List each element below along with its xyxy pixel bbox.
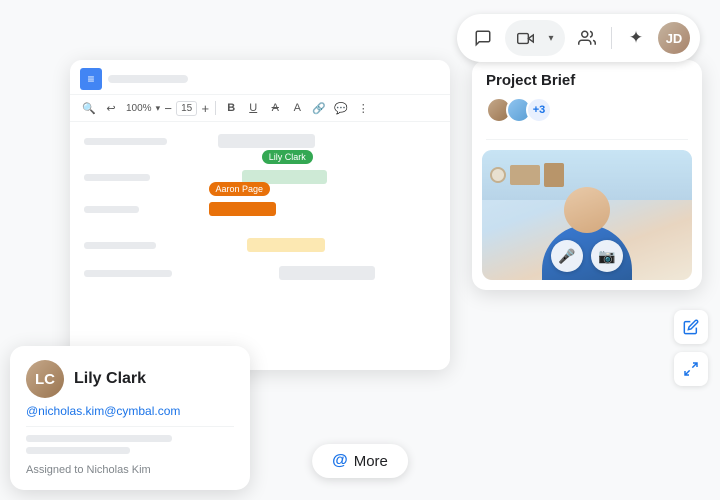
video-feed: 🎤 📷	[482, 150, 692, 280]
gantt-bar-area	[194, 132, 436, 150]
brief-divider	[486, 139, 688, 140]
profile-avatar: LC	[26, 360, 64, 398]
gantt-label-line	[84, 174, 150, 181]
meet-toolbar: ▾ ✦ JD	[457, 14, 700, 62]
gantt-row	[84, 132, 436, 150]
more-button[interactable]: @ More	[312, 444, 408, 478]
camera-group[interactable]: ▾	[505, 20, 565, 56]
person-head	[564, 187, 610, 233]
docs-title-placeholder	[108, 75, 188, 83]
more-label: More	[354, 453, 388, 470]
color-tool[interactable]: A	[288, 99, 306, 117]
profile-card-top: LC Lily Clark	[26, 360, 234, 398]
profile-lines	[26, 435, 234, 454]
gantt-label-line	[84, 270, 172, 277]
brief-avatars: +3	[486, 97, 688, 123]
docs-content: Lily Clark Aaron Page	[70, 122, 450, 300]
gantt-bar-area-4	[194, 236, 436, 254]
side-actions	[674, 310, 708, 386]
comment-tool[interactable]: 💬	[332, 99, 350, 117]
aaron-page-tag-text: Aaron Page	[216, 184, 264, 194]
lily-clark-tag: Lily Clark	[262, 150, 313, 164]
profile-assigned-text: Assigned to Nicholas Kim	[26, 464, 234, 476]
chat-icon[interactable]	[467, 22, 499, 54]
zoom-label: 100%	[124, 103, 154, 114]
video-controls: 🎤 📷	[551, 240, 623, 272]
profile-name: Lily Clark	[74, 370, 146, 388]
zoom-arrow[interactable]: ▾	[156, 103, 161, 114]
gantt-bar-area-aaron: Aaron Page	[194, 200, 436, 218]
docs-logo: ≡	[80, 68, 102, 90]
docs-window: ≡ 🔍 ↩ 100% ▾ − 15 + B U A A 🔗 💬 ⋮	[70, 60, 450, 370]
expand-action-button[interactable]	[674, 352, 708, 386]
user-avatar[interactable]: JD	[658, 22, 690, 54]
avatar-initials: JD	[666, 31, 683, 46]
mute-button[interactable]: 🎤	[551, 240, 583, 272]
kitchen-shelf	[510, 165, 540, 185]
gantt-label-line	[84, 206, 139, 213]
camera-icon[interactable]	[509, 22, 541, 54]
profile-line-1	[26, 435, 172, 442]
font-size-tool[interactable]: 15	[176, 101, 197, 116]
minus-tool[interactable]: −	[164, 99, 172, 117]
project-brief-panel: Project Brief +3 🎤 📷	[472, 60, 702, 290]
tb-sep1	[215, 101, 216, 115]
at-symbol: @	[332, 452, 348, 470]
gantt-row-4	[84, 236, 436, 254]
docs-logo-icon: ≡	[87, 72, 94, 86]
lily-clark-tag-text: Lily Clark	[269, 152, 306, 162]
profile-email[interactable]: @nicholas.kim@cymbal.com	[26, 404, 234, 418]
plus-tool[interactable]: +	[201, 99, 209, 117]
profile-line-2	[26, 447, 130, 454]
toolbar-divider	[611, 27, 612, 49]
gantt-bar-orange	[209, 202, 277, 216]
bold-tool[interactable]: B	[222, 99, 240, 117]
gantt-row-5	[84, 264, 436, 282]
brief-header: Project Brief +3	[472, 60, 702, 139]
profile-initials: LC	[35, 371, 55, 388]
gantt-bar-gray2	[279, 266, 376, 280]
project-brief-title: Project Brief	[486, 72, 688, 89]
gantt-label-line	[84, 242, 156, 249]
docs-header: ≡	[70, 60, 450, 95]
kitchen-shelf-2	[544, 163, 564, 187]
gantt-row-aaron: Aaron Page	[84, 200, 436, 218]
kitchen-clock	[490, 167, 506, 183]
gantt-bar	[218, 134, 315, 148]
edit-action-button[interactable]	[674, 310, 708, 344]
more-tool[interactable]: ⋮	[354, 99, 372, 117]
brief-avatar-count: +3	[526, 97, 552, 123]
search-tool[interactable]: 🔍	[80, 99, 98, 117]
camera-dropdown-icon[interactable]: ▾	[543, 22, 559, 54]
profile-card: LC Lily Clark @nicholas.kim@cymbal.com A…	[10, 346, 250, 490]
undo-tool[interactable]: ↩	[102, 99, 120, 117]
aaron-page-tag: Aaron Page	[209, 182, 271, 196]
gantt-label-line	[84, 138, 167, 145]
link-tool[interactable]: 🔗	[310, 99, 328, 117]
strikethrough-tool[interactable]: A	[266, 99, 284, 117]
gantt-bar-yellow	[247, 238, 324, 252]
camera-button[interactable]: 📷	[591, 240, 623, 272]
docs-toolbar: 🔍 ↩ 100% ▾ − 15 + B U A A 🔗 💬 ⋮	[70, 95, 450, 122]
underline-tool[interactable]: U	[244, 99, 262, 117]
profile-divider	[26, 426, 234, 427]
gantt-bar-area-5	[194, 264, 436, 282]
sparkle-icon[interactable]: ✦	[620, 22, 652, 54]
people-icon[interactable]	[571, 22, 603, 54]
